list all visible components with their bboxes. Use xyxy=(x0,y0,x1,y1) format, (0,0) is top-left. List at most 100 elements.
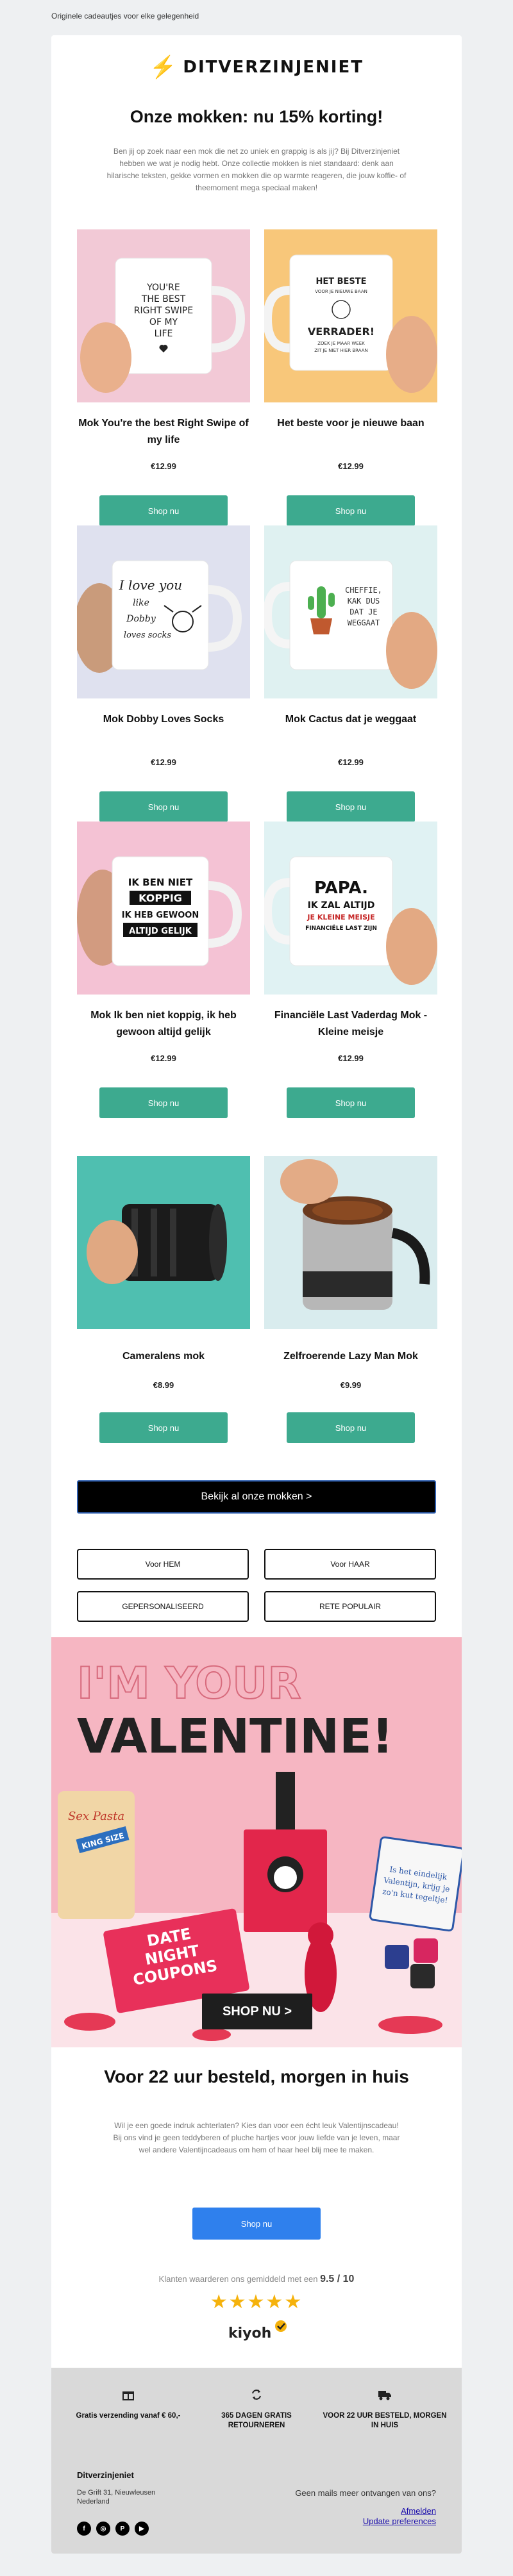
category-button-gepersonaliseerd[interactable]: GEPERSONALISEERD xyxy=(77,1591,249,1622)
usp-delivery: VOOR 22 UUR BESTELD, MORGEN IN HUIS xyxy=(321,2388,449,2431)
view-all-mugs-button[interactable]: Bekijk al onze mokken > xyxy=(77,1480,436,1514)
rating-prefix: Klanten waarderen ons gemiddeld met een xyxy=(158,2274,318,2284)
product-price: €12.99 xyxy=(338,461,364,471)
product-name[interactable]: Zelfroerende Lazy Man Mok xyxy=(264,1348,437,1365)
valentine-banner[interactable]: I'M YOUR VALENTINE! Sex Pasta KING SIZE … xyxy=(51,1637,462,2047)
product-name[interactable]: Cameralens mok xyxy=(77,1348,250,1365)
shop-now-button[interactable]: Shop nu xyxy=(287,495,415,526)
mug-text: WEGGAAT xyxy=(348,618,380,627)
mug-text: JE KLEINE MEISJE xyxy=(307,913,374,921)
mug-text: I love you xyxy=(119,577,182,593)
category-button-hem[interactable]: Voor HEM xyxy=(77,1549,249,1580)
product-price: €12.99 xyxy=(338,1053,364,1063)
product-price: €9.99 xyxy=(340,1380,362,1390)
usp-text: Gratis verzending vanaf € 60,- xyxy=(76,2412,181,2420)
usp-returns: 365 DAGEN GRATIS RETOURNEREN xyxy=(192,2388,321,2431)
mug-text: DAT JE xyxy=(349,607,377,616)
email-body: ⚡ DITVERZINJENIET Onze mokken: nu 15% ko… xyxy=(51,35,462,2554)
mug-text: loves socks xyxy=(124,631,171,640)
product-image-koppig[interactable]: IK BEN NIET KOPPIG IK HEB GEWOON ALTIJD … xyxy=(77,822,250,995)
logo-text: DITVERZINJENIET xyxy=(183,58,364,77)
mug-text: PAPA. xyxy=(314,879,368,898)
mug-text: CHEFFIE, xyxy=(345,586,382,595)
category-button-haar[interactable]: Voor HAAR xyxy=(264,1549,436,1580)
mug-text: KOPPIG xyxy=(139,892,182,904)
kiyoh-text: kiyoh xyxy=(228,2325,271,2341)
product-name[interactable]: Mok Ik ben niet koppig, ik heb gewoon al… xyxy=(77,1007,250,1041)
company-name: Ditverzinjeniet xyxy=(77,2470,134,2480)
rating-score: 9.5 / 10 xyxy=(320,2274,355,2284)
usp-text: 365 DAGEN GRATIS RETOURNEREN xyxy=(221,2412,292,2429)
product-price: €12.99 xyxy=(151,757,176,767)
product-image-lazy-man[interactable] xyxy=(264,1156,437,1329)
mug-text: ZOEK JE MAAR WEEK xyxy=(317,341,365,346)
shop-now-button[interactable]: Shop nu xyxy=(287,791,415,822)
category-button-populair[interactable]: RETE POPULAIR xyxy=(264,1591,436,1622)
product-price: €12.99 xyxy=(151,461,176,471)
banner-line2: VALENTINE! xyxy=(77,1709,393,1764)
product-image-cameralens[interactable] xyxy=(77,1156,250,1329)
delivery-title: Voor 22 uur besteld, morgen in huis xyxy=(104,2067,409,2086)
youtube-icon[interactable]: ▶ xyxy=(135,2522,149,2536)
mug-text: IK ZAL ALTIJD xyxy=(308,900,375,911)
facebook-icon[interactable]: f xyxy=(77,2522,91,2536)
star-rating-icons: ★★★★★ xyxy=(210,2291,303,2313)
mug-text: Dobby xyxy=(126,614,156,624)
mug-text: VOOR JE NIEUWE BAAN xyxy=(315,289,367,294)
banner-line1: I'M YOUR xyxy=(77,1658,301,1709)
pasta-label: Sex Pasta xyxy=(68,1810,124,1823)
preheader-text: Originele cadeautjes voor elke gelegenhe… xyxy=(51,12,199,21)
mug-text: FINANCIËLE LAST ZIJN xyxy=(305,925,377,932)
usp-text: VOOR 22 UUR BESTELD, MORGEN IN HUIS xyxy=(323,2412,447,2429)
mug-text: OF MY xyxy=(149,317,178,327)
footer: Gratis verzending vanaf € 60,- 365 DAGEN… xyxy=(51,2368,462,2554)
product-image-right-swipe[interactable]: YOU'RE THE BEST RIGHT SWIPE OF MY LIFE xyxy=(77,229,250,402)
mug-text: HET BESTE xyxy=(315,277,366,286)
instagram-icon[interactable]: ◎ xyxy=(96,2522,110,2536)
mug-text: LIFE xyxy=(155,329,173,339)
mug-text: IK HEB GEWOON xyxy=(122,911,199,920)
shop-now-button[interactable]: Shop nu xyxy=(99,495,228,526)
product-image-dobby[interactable]: I love you like Dobby loves socks xyxy=(77,525,250,698)
product-name[interactable]: Financiële Last Vaderdag Mok - Kleine me… xyxy=(264,1007,437,1041)
usp-free-shipping: Gratis verzending vanaf € 60,- xyxy=(64,2388,192,2421)
mug-text: RIGHT SWIPE xyxy=(134,306,193,316)
page-title: Onze mokken: nu 15% korting! xyxy=(130,107,383,126)
intro-text: Ben jij op zoek naar een mok die net zo … xyxy=(106,147,407,192)
product-price: €12.99 xyxy=(151,1053,176,1063)
product-name[interactable]: Mok Cactus dat je weggaat xyxy=(264,711,437,728)
mug-text: VERRADER! xyxy=(308,326,374,338)
brand-logo[interactable]: ⚡ DITVERZINJENIET xyxy=(51,48,462,87)
mug-text: ALTIJD GELIJK xyxy=(129,927,192,936)
shop-now-button[interactable]: Shop nu xyxy=(99,1087,228,1118)
shop-now-button[interactable]: Shop nu xyxy=(99,1412,228,1443)
product-image-nieuwe-baan[interactable]: HET BESTE VOOR JE NIEUWE BAAN VERRADER! … xyxy=(264,229,437,402)
product-price: €12.99 xyxy=(338,757,364,767)
company-address: De Grift 31, Nieuwleusen Nederland xyxy=(77,2489,156,2506)
truck-icon xyxy=(321,2388,449,2405)
rating-text: Klanten waarderen ons gemiddeld met een … xyxy=(51,2274,462,2285)
mug-text: IK BEN NIET xyxy=(128,877,193,888)
gift-icon xyxy=(64,2388,192,2405)
shop-now-button[interactable]: Shop nu xyxy=(287,1412,415,1443)
shop-now-button[interactable]: Shop nu xyxy=(99,791,228,822)
shop-now-button[interactable]: Shop nu xyxy=(287,1087,415,1118)
preferences-link[interactable]: Update preferences xyxy=(295,2516,436,2527)
mug-text: KAK DUS xyxy=(348,597,380,606)
mug-text: like xyxy=(133,598,149,608)
product-image-cactus[interactable]: CHEFFIE, KAK DUS DAT JE WEGGAAT xyxy=(264,525,437,698)
unsubscribe-link[interactable]: Afmelden xyxy=(295,2506,436,2516)
return-icon xyxy=(192,2388,321,2405)
unsubscribe-question: Geen mails meer ontvangen van ons? xyxy=(295,2488,436,2498)
product-name[interactable]: Het beste voor je nieuwe baan xyxy=(264,415,437,432)
pinterest-icon[interactable]: P xyxy=(115,2522,130,2536)
bolt-icon: ⚡ xyxy=(149,55,177,79)
product-image-papa[interactable]: PAPA. IK ZAL ALTIJD JE KLEINE MEISJE FIN… xyxy=(264,822,437,995)
unsubscribe-block: Geen mails meer ontvangen van ons? Afmel… xyxy=(295,2488,436,2527)
product-name[interactable]: Mok Dobby Loves Socks xyxy=(77,711,250,728)
banner-shop-button[interactable]: SHOP NU > xyxy=(202,1994,312,2029)
shop-now-button-blue[interactable]: Shop nu xyxy=(192,2208,321,2240)
kiyoh-logo[interactable]: kiyoh xyxy=(223,2320,290,2343)
mug-text: YOU'RE xyxy=(146,283,180,293)
product-name[interactable]: Mok You're the best Right Swipe of my li… xyxy=(77,415,250,449)
